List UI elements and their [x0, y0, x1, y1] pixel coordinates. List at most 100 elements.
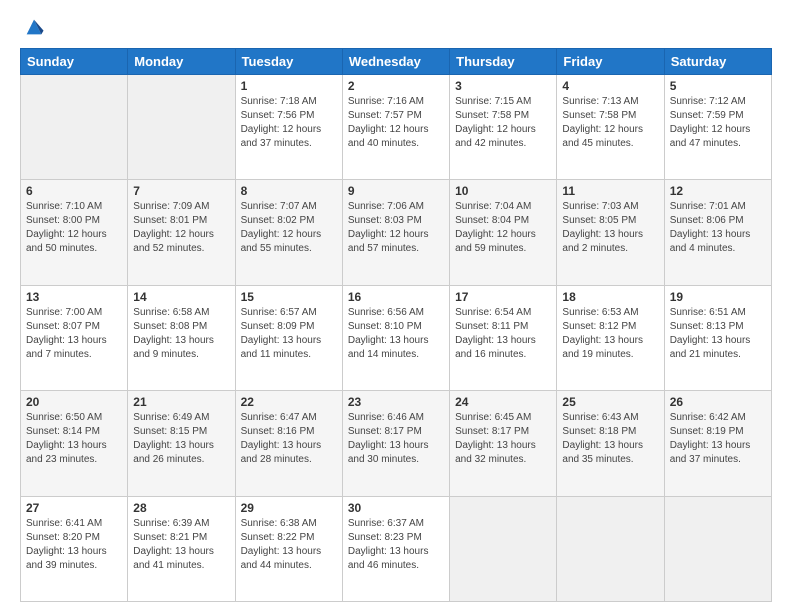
- day-number: 7: [133, 184, 229, 198]
- header: [20, 18, 772, 38]
- calendar-cell: 27 Sunrise: 6:41 AM Sunset: 8:20 PM Dayli…: [21, 496, 128, 601]
- day-info: Sunrise: 6:47 AM Sunset: 8:16 PM Dayligh…: [241, 411, 337, 467]
- calendar-header-monday: Monday: [128, 49, 235, 75]
- calendar-cell: 19 Sunrise: 6:51 AM Sunset: 8:13 PM Dayli…: [664, 285, 771, 390]
- day-info: Sunrise: 7:12 AM Sunset: 7:59 PM Dayligh…: [670, 95, 766, 151]
- calendar-cell: [450, 496, 557, 601]
- day-number: 27: [26, 501, 122, 515]
- calendar-cell: 21Sunrise: 6:49 AM Sunset: 8:15 PM Dayli…: [128, 391, 235, 496]
- calendar-cell: 5 Sunrise: 7:12 AM Sunset: 7:59 PM Daylig…: [664, 75, 771, 180]
- calendar-header-saturday: Saturday: [664, 49, 771, 75]
- day-number: 10: [455, 184, 551, 198]
- day-number: 2: [348, 79, 444, 93]
- calendar-cell: 3 Sunrise: 7:15 AM Sunset: 7:58 PM Daylig…: [450, 75, 557, 180]
- day-info: Sunrise: 6:45 AM Sunset: 8:17 PM Dayligh…: [455, 411, 551, 467]
- calendar-cell: 9Sunrise: 7:06 AM Sunset: 8:03 PM Daylig…: [342, 180, 449, 285]
- calendar-cell: 15 Sunrise: 6:57 AM Sunset: 8:09 PM Dayli…: [235, 285, 342, 390]
- day-info: Sunrise: 7:16 AM Sunset: 7:57 PM Dayligh…: [348, 95, 444, 151]
- day-info: Sunrise: 7:18 AM Sunset: 7:56 PM Dayligh…: [241, 95, 337, 151]
- day-info: Sunrise: 6:39 AM Sunset: 8:21 PM Dayligh…: [133, 517, 229, 573]
- calendar-cell: 30 Sunrise: 6:37 AM Sunset: 8:23 PM Dayli…: [342, 496, 449, 601]
- calendar-cell: 29 Sunrise: 6:38 AM Sunset: 8:22 PM Dayli…: [235, 496, 342, 601]
- day-number: 24: [455, 395, 551, 409]
- calendar-cell: [128, 75, 235, 180]
- day-info: Sunrise: 7:07 AM Sunset: 8:02 PM Dayligh…: [241, 200, 337, 256]
- day-info: Sunrise: 6:57 AM Sunset: 8:09 PM Dayligh…: [241, 306, 337, 362]
- calendar-cell: [21, 75, 128, 180]
- day-info: Sunrise: 7:10 AM Sunset: 8:00 PM Dayligh…: [26, 200, 122, 256]
- day-number: 29: [241, 501, 337, 515]
- calendar-cell: 8 Sunrise: 7:07 AM Sunset: 8:02 PM Daylig…: [235, 180, 342, 285]
- calendar-week-5: 27 Sunrise: 6:41 AM Sunset: 8:20 PM Dayli…: [21, 496, 772, 601]
- calendar-header-tuesday: Tuesday: [235, 49, 342, 75]
- calendar-cell: 16 Sunrise: 6:56 AM Sunset: 8:10 PM Dayli…: [342, 285, 449, 390]
- calendar-header-thursday: Thursday: [450, 49, 557, 75]
- calendar-cell: 22 Sunrise: 6:47 AM Sunset: 8:16 PM Dayli…: [235, 391, 342, 496]
- logo: [20, 18, 45, 38]
- day-number: 21: [133, 395, 229, 409]
- day-info: Sunrise: 7:15 AM Sunset: 7:58 PM Dayligh…: [455, 95, 551, 151]
- calendar-cell: 2 Sunrise: 7:16 AM Sunset: 7:57 PM Daylig…: [342, 75, 449, 180]
- calendar-cell: 11Sunrise: 7:03 AM Sunset: 8:05 PM Dayli…: [557, 180, 664, 285]
- day-number: 6: [26, 184, 122, 198]
- calendar-cell: 20Sunrise: 6:50 AM Sunset: 8:14 PM Dayli…: [21, 391, 128, 496]
- calendar-cell: 7 Sunrise: 7:09 AM Sunset: 8:01 PM Daylig…: [128, 180, 235, 285]
- day-number: 23: [348, 395, 444, 409]
- day-info: Sunrise: 6:37 AM Sunset: 8:23 PM Dayligh…: [348, 517, 444, 573]
- day-number: 5: [670, 79, 766, 93]
- day-info: Sunrise: 6:38 AM Sunset: 8:22 PM Dayligh…: [241, 517, 337, 573]
- day-info: Sunrise: 6:54 AM Sunset: 8:11 PM Dayligh…: [455, 306, 551, 362]
- calendar-cell: 6 Sunrise: 7:10 AM Sunset: 8:00 PM Daylig…: [21, 180, 128, 285]
- calendar-cell: 23 Sunrise: 6:46 AM Sunset: 8:17 PM Dayli…: [342, 391, 449, 496]
- calendar-cell: [557, 496, 664, 601]
- calendar-cell: 18Sunrise: 6:53 AM Sunset: 8:12 PM Dayli…: [557, 285, 664, 390]
- calendar-cell: 14 Sunrise: 6:58 AM Sunset: 8:08 PM Dayli…: [128, 285, 235, 390]
- day-info: Sunrise: 7:09 AM Sunset: 8:01 PM Dayligh…: [133, 200, 229, 256]
- day-info: Sunrise: 6:56 AM Sunset: 8:10 PM Dayligh…: [348, 306, 444, 362]
- day-info: Sunrise: 6:51 AM Sunset: 8:13 PM Dayligh…: [670, 306, 766, 362]
- calendar-header-sunday: Sunday: [21, 49, 128, 75]
- day-info: Sunrise: 6:42 AM Sunset: 8:19 PM Dayligh…: [670, 411, 766, 467]
- day-info: Sunrise: 6:50 AM Sunset: 8:14 PM Dayligh…: [26, 411, 122, 467]
- day-number: 30: [348, 501, 444, 515]
- day-info: Sunrise: 6:58 AM Sunset: 8:08 PM Dayligh…: [133, 306, 229, 362]
- day-info: Sunrise: 6:46 AM Sunset: 8:17 PM Dayligh…: [348, 411, 444, 467]
- calendar-cell: 25 Sunrise: 6:43 AM Sunset: 8:18 PM Dayli…: [557, 391, 664, 496]
- day-number: 16: [348, 290, 444, 304]
- day-number: 19: [670, 290, 766, 304]
- day-info: Sunrise: 7:13 AM Sunset: 7:58 PM Dayligh…: [562, 95, 658, 151]
- day-number: 25: [562, 395, 658, 409]
- calendar-header-row: SundayMondayTuesdayWednesdayThursdayFrid…: [21, 49, 772, 75]
- logo-icon: [23, 16, 45, 38]
- calendar-week-2: 6 Sunrise: 7:10 AM Sunset: 8:00 PM Daylig…: [21, 180, 772, 285]
- calendar-cell: 28Sunrise: 6:39 AM Sunset: 8:21 PM Dayli…: [128, 496, 235, 601]
- calendar-cell: 17 Sunrise: 6:54 AM Sunset: 8:11 PM Dayli…: [450, 285, 557, 390]
- day-info: Sunrise: 7:00 AM Sunset: 8:07 PM Dayligh…: [26, 306, 122, 362]
- day-info: Sunrise: 7:04 AM Sunset: 8:04 PM Dayligh…: [455, 200, 551, 256]
- day-number: 15: [241, 290, 337, 304]
- day-number: 17: [455, 290, 551, 304]
- calendar-week-3: 13Sunrise: 7:00 AM Sunset: 8:07 PM Dayli…: [21, 285, 772, 390]
- day-number: 3: [455, 79, 551, 93]
- day-number: 4: [562, 79, 658, 93]
- day-number: 14: [133, 290, 229, 304]
- day-number: 11: [562, 184, 658, 198]
- calendar-week-1: 1 Sunrise: 7:18 AM Sunset: 7:56 PM Daylig…: [21, 75, 772, 180]
- day-number: 18: [562, 290, 658, 304]
- day-number: 22: [241, 395, 337, 409]
- day-info: Sunrise: 6:41 AM Sunset: 8:20 PM Dayligh…: [26, 517, 122, 573]
- calendar-cell: 4 Sunrise: 7:13 AM Sunset: 7:58 PM Daylig…: [557, 75, 664, 180]
- calendar-cell: 10 Sunrise: 7:04 AM Sunset: 8:04 PM Dayli…: [450, 180, 557, 285]
- calendar-cell: 1 Sunrise: 7:18 AM Sunset: 7:56 PM Daylig…: [235, 75, 342, 180]
- day-number: 1: [241, 79, 337, 93]
- calendar-header-friday: Friday: [557, 49, 664, 75]
- calendar-cell: [664, 496, 771, 601]
- calendar-week-4: 20Sunrise: 6:50 AM Sunset: 8:14 PM Dayli…: [21, 391, 772, 496]
- day-info: Sunrise: 7:01 AM Sunset: 8:06 PM Dayligh…: [670, 200, 766, 256]
- day-info: Sunrise: 6:43 AM Sunset: 8:18 PM Dayligh…: [562, 411, 658, 467]
- page: SundayMondayTuesdayWednesdayThursdayFrid…: [0, 0, 792, 612]
- day-number: 8: [241, 184, 337, 198]
- calendar-header-wednesday: Wednesday: [342, 49, 449, 75]
- calendar-cell: 13Sunrise: 7:00 AM Sunset: 8:07 PM Dayli…: [21, 285, 128, 390]
- calendar-cell: 24 Sunrise: 6:45 AM Sunset: 8:17 PM Dayli…: [450, 391, 557, 496]
